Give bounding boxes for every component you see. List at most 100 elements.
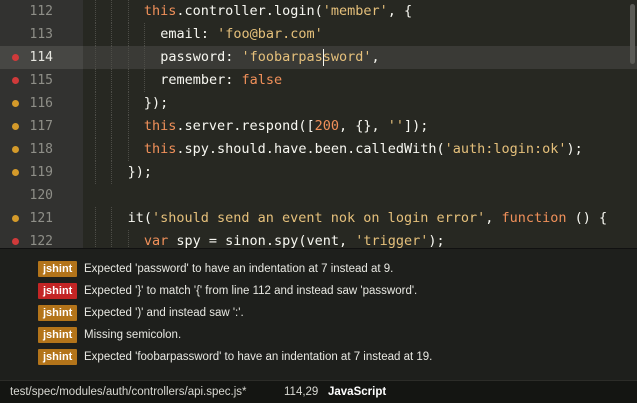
gutter-cell[interactable]: 121 — [0, 207, 83, 230]
lint-warning-marker-icon[interactable] — [12, 169, 19, 176]
code-token: '' — [387, 118, 405, 134]
code-line[interactable]: 122 var spy = sinon.spy(vent, 'trigger'); — [0, 230, 637, 248]
code-token: password: — [160, 49, 242, 65]
code-token: 'member' — [322, 3, 388, 19]
file-path[interactable]: test/spec/modules/auth/controllers/api.s… — [10, 381, 247, 403]
line-number: 117 — [29, 119, 53, 134]
gutter-cell[interactable]: 114 — [0, 46, 83, 69]
indent-guide — [111, 46, 113, 69]
code-line[interactable]: 119}); — [0, 161, 637, 184]
code-token: this — [143, 141, 177, 157]
jshint-badge: jshint — [38, 349, 78, 365]
lint-warning-marker-icon[interactable] — [12, 100, 19, 107]
lint-messages-panel: jshint Expected 'password' to have an ind… — [0, 248, 637, 381]
lint-warning-marker-icon[interactable] — [12, 215, 19, 222]
code-line[interactable]: 112 this.controller.login('member', { — [0, 0, 637, 23]
jshint-badge: jshint — [38, 283, 78, 299]
line-number: 112 — [29, 4, 53, 19]
indent-guide — [95, 46, 96, 69]
gutter-cell[interactable]: 119 — [0, 161, 83, 184]
indent-guide — [127, 69, 129, 92]
indent-guide — [95, 138, 96, 161]
code-token: () { — [566, 210, 608, 226]
code-text: this.controller.login('member', { — [144, 0, 412, 23]
indent-guide — [111, 138, 113, 161]
jshint-badge: jshint — [38, 305, 78, 321]
indent-guide — [111, 207, 113, 230]
code-token: , { — [387, 3, 413, 19]
code-token: remember: — [160, 72, 242, 88]
code-token: false — [241, 72, 283, 88]
editor-scrollbar[interactable] — [630, 4, 635, 64]
code-token: }); — [143, 95, 169, 111]
lint-error-marker-icon[interactable] — [12, 54, 19, 61]
indent-guide — [95, 115, 96, 138]
indent-guide — [127, 46, 129, 69]
lint-message-text: Missing semicolon. — [84, 329, 182, 341]
code-line[interactable]: 121 it('should send an event nok on login… — [0, 207, 637, 230]
gutter-cell[interactable]: 112 — [0, 0, 83, 23]
lint-warning-marker-icon[interactable] — [12, 123, 19, 130]
code-line[interactable]: 114 password: 'foobarpassword', — [0, 46, 637, 69]
line-number: 122 — [29, 234, 53, 248]
code-line[interactable]: 118 this.spy.should.have.been.calledWith(… — [0, 138, 637, 161]
code-token: 'trigger' — [355, 233, 429, 248]
code-text: }); — [144, 92, 168, 115]
line-number: 120 — [29, 188, 53, 203]
code-text: it('should send an event nok on login er… — [128, 207, 608, 230]
code-text: password: 'foobarpassword', — [160, 46, 379, 69]
code-text: this.server.respond([200, {}, '']); — [144, 115, 429, 138]
code-token: , {}, — [338, 118, 388, 134]
indent-guide — [127, 138, 129, 161]
code-token: ]); — [404, 118, 429, 134]
text-cursor — [322, 49, 324, 66]
gutter-cell[interactable]: 118 — [0, 138, 83, 161]
code-line[interactable]: 113 email: 'foo@bar.com' — [0, 23, 637, 46]
lint-error-marker-icon[interactable] — [12, 238, 19, 245]
code-text: var spy = sinon.spy(vent, 'trigger'); — [144, 230, 445, 248]
gutter-cell[interactable]: 117 — [0, 115, 83, 138]
language-mode[interactable]: JavaScript — [328, 381, 386, 403]
indent-guide — [143, 23, 145, 46]
indent-guide — [143, 69, 145, 92]
code-line[interactable]: 116}); — [0, 92, 637, 115]
indent-guide — [95, 207, 96, 230]
code-line[interactable]: 117 this.server.respond([200, {}, '']); — [0, 115, 637, 138]
indent-guide — [127, 23, 129, 46]
code-token: it( — [127, 210, 152, 226]
indent-guide — [111, 23, 113, 46]
indent-guide — [127, 230, 129, 248]
code-token: , — [371, 49, 380, 65]
lint-error-marker-icon[interactable] — [12, 77, 19, 84]
code-text: email: 'foo@bar.com' — [160, 23, 323, 46]
gutter-cell[interactable]: 120 — [0, 184, 83, 207]
indent-guide — [111, 161, 113, 184]
lint-warning-marker-icon[interactable] — [12, 146, 19, 153]
code-editor[interactable]: 112 this.controller.login('member', {113 e… — [0, 0, 637, 248]
code-line[interactable]: 115 remember: false — [0, 69, 637, 92]
line-number: 119 — [29, 165, 53, 180]
line-number: 118 — [29, 142, 53, 157]
indent-guide — [111, 92, 113, 115]
gutter-cell[interactable]: 116 — [0, 92, 83, 115]
code-token: 'auth:login:ok' — [444, 141, 567, 157]
code-line[interactable]: 120 — [0, 184, 637, 207]
code-token: .spy.should.have.been.calledWith( — [176, 141, 445, 157]
gutter-cell[interactable]: 122 — [0, 230, 83, 248]
code-token: .controller.login( — [176, 3, 323, 19]
gutter-cell[interactable]: 115 — [0, 69, 83, 92]
code-token: this — [143, 3, 177, 19]
indent-guide — [95, 0, 96, 23]
gutter-cell[interactable]: 113 — [0, 23, 83, 46]
code-token: }); — [127, 164, 152, 180]
cursor-position[interactable]: 114,29 — [284, 381, 318, 403]
line-number: 116 — [29, 96, 53, 111]
code-text: this.spy.should.have.been.calledWith('au… — [144, 138, 583, 161]
indent-guide — [111, 115, 113, 138]
indent-guide — [95, 23, 96, 46]
indent-guide — [111, 230, 113, 248]
code-text: remember: false — [160, 69, 282, 92]
code-token: ); — [428, 233, 445, 248]
code-token: spy = sinon.spy(vent, — [168, 233, 356, 248]
code-token: 'should send an event nok on login error… — [151, 210, 486, 226]
